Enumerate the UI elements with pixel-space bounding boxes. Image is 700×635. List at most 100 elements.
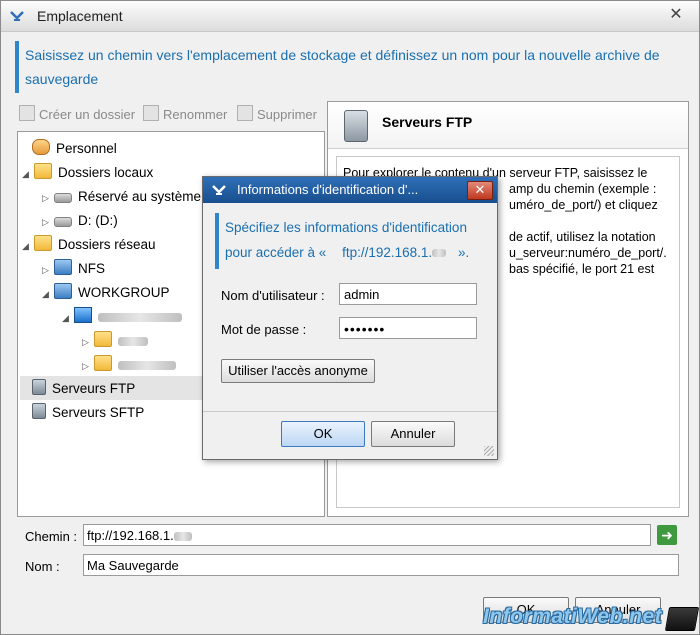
dialog-title: Informations d'identification d'... [237,182,419,197]
tree-item-network-folders[interactable]: ◢ Dossiers réseau [22,234,156,256]
username-label: Nom d'utilisateur : [221,288,325,303]
rename-icon [143,105,159,121]
redacted-text [432,249,447,258]
details-text-line: bas spécifié, le port 21 est [509,262,655,276]
tree-item-label: NFS [78,261,105,276]
user-folder-icon [32,139,50,155]
close-icon[interactable]: ✕ [467,181,493,200]
tree-item-label: Dossiers locaux [58,165,154,180]
close-icon[interactable]: ✕ [667,6,685,24]
tree-item-label: D: (D:) [78,213,118,228]
app-logo-icon [10,11,24,21]
details-title: Serveurs FTP [382,114,473,130]
instruction-band: Saisissez un chemin vers l'emplacement d… [15,41,685,93]
computer-icon [74,307,92,323]
anonymous-access-button[interactable]: Utiliser l'accès anonyme [221,359,375,383]
tree-item-computer[interactable]: ◢ [62,306,182,328]
expand-arrow-icon[interactable]: ▷ [82,331,94,353]
new-folder-icon [19,105,35,121]
password-label: Mot de passe : [221,322,307,337]
collapse-arrow-icon[interactable]: ◢ [22,235,34,257]
window-title: Emplacement [37,8,123,24]
tree-item-nfs[interactable]: ▷ NFS [42,258,105,280]
accent-bar [215,213,219,269]
path-label: Chemin : [25,529,78,544]
accent-bar [15,41,19,93]
title-bar: Emplacement ✕ [1,1,699,32]
drive-icon [54,193,72,203]
details-text-line: amp du chemin (exemple : [509,182,657,196]
server-icon [32,403,46,419]
dialog-title-bar: Informations d'identification d'... ✕ [203,177,497,203]
collapse-arrow-icon[interactable]: ◢ [22,163,34,185]
tree-item-local-folders[interactable]: ◢ Dossiers locaux [22,162,153,184]
tree-item-label: Serveurs SFTP [52,405,145,420]
laptop-icon [664,607,700,631]
dialog-instruction-line: pour accéder à « ftp://192.168.1. ». [225,240,485,265]
watermark-text: InformatiWeb.net [483,605,663,628]
path-input[interactable]: ftp://192.168.1. [83,524,651,546]
tree-item-label: Serveurs FTP [52,381,136,396]
create-folder-label: Créer un dossier [39,107,136,122]
expand-arrow-icon[interactable]: ▷ [42,259,54,281]
network-icon [54,283,72,299]
server-icon [32,379,46,395]
go-arrow-icon[interactable]: ➜ [657,525,677,545]
folder-icon [34,163,52,179]
rename-label: Renommer [163,107,228,122]
expand-arrow-icon[interactable]: ▷ [42,187,54,209]
collapse-arrow-icon[interactable]: ◢ [62,307,74,329]
app-logo-icon [212,185,226,195]
prefix-text: pour accéder à « [225,245,327,260]
expand-arrow-icon[interactable]: ▷ [82,355,94,377]
path-value: ftp://192.168.1. [87,528,174,543]
server-icon [344,110,368,142]
dialog-instruction-line: Spécifiez les informations d'identificat… [225,220,467,235]
server-url-text: ftp://192.168.1. [342,245,433,260]
tree-item-share-1[interactable]: ▷ [82,330,148,352]
credentials-dialog: Informations d'identification d'... ✕ Sp… [202,176,498,460]
name-value: Ma Sauvegarde [87,558,179,573]
instruction-text: Saisissez un chemin vers l'emplacement d… [25,47,660,87]
delete-icon [237,105,253,121]
tree-item-share-2[interactable]: ▷ [82,354,176,376]
redacted-text [118,360,176,370]
tree-item-label: Personnel [56,141,117,156]
expand-arrow-icon[interactable]: ▷ [42,211,54,233]
rename-button[interactable]: Renommer [143,105,227,125]
dialog-cancel-button[interactable]: Annuler [371,421,455,447]
redacted-text [98,312,182,322]
password-input[interactable]: ••••••• [339,317,477,339]
network-folder-icon [34,235,52,251]
tree-item-label: Dossiers réseau [58,237,156,252]
dialog-divider [203,411,497,412]
shared-folder-icon [94,355,112,371]
delete-label: Supprimer [257,107,317,122]
delete-button[interactable]: Supprimer [237,105,317,125]
details-text-line: uméro_de_port/) et cliquez [509,198,658,212]
tree-item-personnel[interactable]: Personnel [32,138,117,160]
username-input[interactable]: admin [339,283,477,305]
dialog-ok-button[interactable]: OK [281,421,365,447]
drive-icon [54,217,72,227]
dialog-instruction-band: Spécifiez les informations d'identificat… [215,213,487,269]
name-input[interactable]: Ma Sauvegarde [83,554,679,576]
suffix-text: ». [457,245,470,260]
tree-item-label: WORKGROUP [78,285,170,300]
redacted-text [173,532,192,542]
details-text-line: u_serveur:numéro_de_port/. [509,246,667,260]
create-folder-button[interactable]: Créer un dossier [19,105,135,125]
name-label: Nom : [25,559,60,574]
tree-item-sftp-servers[interactable]: Serveurs SFTP [32,402,144,424]
resize-grip-icon[interactable] [484,446,494,456]
redacted-text [118,336,148,346]
tree-item-label: Réservé au système [78,189,202,204]
tree-item-system-reserved[interactable]: ▷ Réservé au système [42,186,201,208]
collapse-arrow-icon[interactable]: ◢ [42,283,54,305]
network-icon [54,259,72,275]
tree-item-ftp-servers[interactable]: Serveurs FTP [32,378,135,400]
details-header: Serveurs FTP [328,102,688,149]
tree-item-drive-d[interactable]: ▷ D: (D:) [42,210,118,232]
tree-item-workgroup[interactable]: ◢ WORKGROUP [42,282,170,304]
details-text-line: de actif, utilisez la notation [509,230,656,244]
